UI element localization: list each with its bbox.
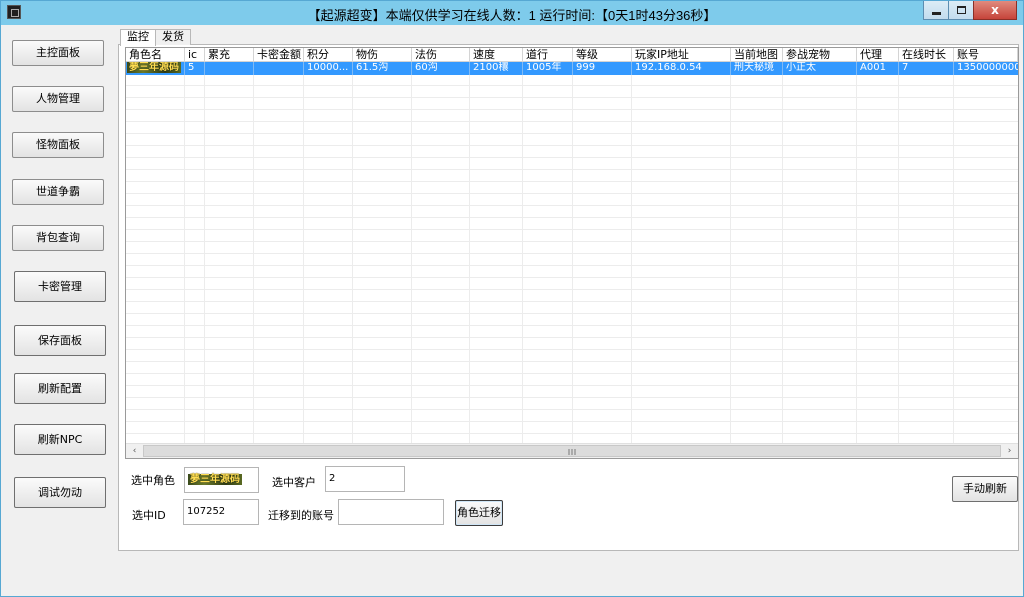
manual-refresh-button[interactable]: 手动刷新 [952, 476, 1018, 502]
cell-physical-damage: 61.5沟 [353, 62, 412, 75]
scroll-left-arrow-icon[interactable]: ‹ [126, 444, 143, 458]
players-table: 角色名 ic 累充 卡密金额 积分 物伤 法伤 速度 道行 等级 玩家IP地址 … [125, 47, 1019, 459]
column-header-level[interactable]: 等级 [573, 48, 632, 62]
window-title: 【起源超变】本端仅供学习在线人数：1 运行时间:【0天1时43分36秒】 [307, 8, 717, 23]
column-header-total-recharge[interactable]: 累充 [205, 48, 254, 62]
nav-save-panel-button[interactable]: 保存面板 [14, 325, 106, 356]
scrollbar-thumb[interactable] [143, 445, 1001, 457]
nav-world-contest-button[interactable]: 世道争霸 [12, 179, 104, 205]
column-header-online-time[interactable]: 在线时长 [899, 48, 954, 62]
nav-card-management-button[interactable]: 卡密管理 [14, 271, 106, 302]
column-header-physical-damage[interactable]: 物伤 [353, 48, 412, 62]
title-bar: 【起源超变】本端仅供学习在线人数：1 运行时间:【0天1时43分36秒】 x [1, 1, 1023, 25]
selected-id-field[interactable]: 107252 [183, 499, 259, 525]
cell-player-ip: 192.168.0.54 [632, 62, 731, 75]
migrate-account-input[interactable] [338, 499, 444, 525]
scroll-right-arrow-icon[interactable]: › [1001, 444, 1018, 458]
table-body: 夢三年源码 5 10000... 61.5沟 60沟 2100穰 1005年 9… [126, 62, 1018, 443]
cell-card-amount [254, 62, 304, 75]
grip-icon [568, 449, 576, 455]
cell-dao: 1005年 [523, 62, 573, 75]
cell-magic-damage: 60沟 [412, 62, 470, 75]
maximize-icon [956, 6, 966, 14]
column-header-battle-pet[interactable]: 参战宠物 [783, 48, 857, 62]
nav-refresh-npc-button[interactable]: 刷新NPC [14, 424, 106, 455]
cell-account: 13500000000 [957, 62, 1018, 73]
column-header-account[interactable]: 账号 [954, 48, 1018, 62]
cell-speed: 2100穰 [470, 62, 523, 75]
nav-bag-query-button[interactable]: 背包查询 [12, 225, 104, 251]
column-header-ic[interactable]: ic [185, 48, 205, 62]
close-icon: x [991, 3, 999, 17]
table-header: 角色名 ic 累充 卡密金额 积分 物伤 法伤 速度 道行 等级 玩家IP地址 … [126, 48, 1018, 62]
maximize-button[interactable] [948, 1, 974, 20]
cell-current-map: 刑天秘境 [731, 62, 783, 75]
window-controls: x [923, 1, 1017, 21]
column-header-agent[interactable]: 代理 [857, 48, 899, 62]
cell-points: 10000... [304, 62, 353, 75]
column-header-magic-damage[interactable]: 法伤 [412, 48, 470, 62]
minimize-button[interactable] [923, 1, 949, 20]
nav-refresh-config-button[interactable]: 刷新配置 [14, 373, 106, 404]
selected-role-badge: 夢三年源码 [188, 474, 242, 485]
column-header-card-amount[interactable]: 卡密金额 [254, 48, 304, 62]
selected-client-field[interactable]: 2 [325, 466, 405, 492]
column-header-role-name[interactable]: 角色名 [126, 48, 185, 62]
column-header-speed[interactable]: 速度 [470, 48, 523, 62]
column-header-points[interactable]: 积分 [304, 48, 353, 62]
table-row[interactable]: 夢三年源码 5 10000... 61.5沟 60沟 2100穰 1005年 9… [126, 62, 1018, 75]
selected-client-label: 选中客户 [272, 476, 316, 489]
selected-role-label: 选中角色 [131, 474, 175, 487]
nav-debug-button[interactable]: 调试勿动 [14, 477, 106, 508]
column-header-player-ip[interactable]: 玩家IP地址 [632, 48, 731, 62]
column-header-current-map[interactable]: 当前地图 [731, 48, 783, 62]
column-header-dao[interactable]: 道行 [523, 48, 573, 62]
close-button[interactable]: x [973, 1, 1017, 20]
app-window: 【起源超变】本端仅供学习在线人数：1 运行时间:【0天1时43分36秒】 x 主… [0, 0, 1024, 597]
cell-battle-pet: 小正太 [783, 62, 857, 75]
selected-id-label: 选中ID [132, 509, 166, 522]
cell-agent: A001 [857, 62, 899, 75]
tab-shipping[interactable]: 发货 [155, 29, 191, 45]
cell-total-recharge [205, 62, 254, 75]
cell-online-time: 7 [899, 62, 954, 75]
migrate-role-button[interactable]: 角色迁移 [455, 500, 503, 526]
selected-role-field[interactable]: 夢三年源码 [184, 467, 259, 493]
nav-character-management-button[interactable]: 人物管理 [12, 86, 104, 112]
horizontal-scrollbar[interactable]: ‹ › [126, 443, 1018, 458]
cell-level: 999 [573, 62, 632, 75]
migrate-account-label: 迁移到的账号 [268, 509, 334, 522]
minimize-icon [931, 11, 941, 15]
nav-monster-panel-button[interactable]: 怪物面板 [12, 132, 104, 158]
role-name-badge: 夢三年源码 [127, 62, 181, 73]
cell-role-name: 夢三年源码 [126, 62, 185, 75]
cell-ic: 5 [185, 62, 205, 75]
nav-main-panel-button[interactable]: 主控面板 [12, 40, 104, 66]
tab-strip: 监控 发货 [120, 29, 191, 46]
tab-monitor[interactable]: 监控 [120, 29, 156, 46]
